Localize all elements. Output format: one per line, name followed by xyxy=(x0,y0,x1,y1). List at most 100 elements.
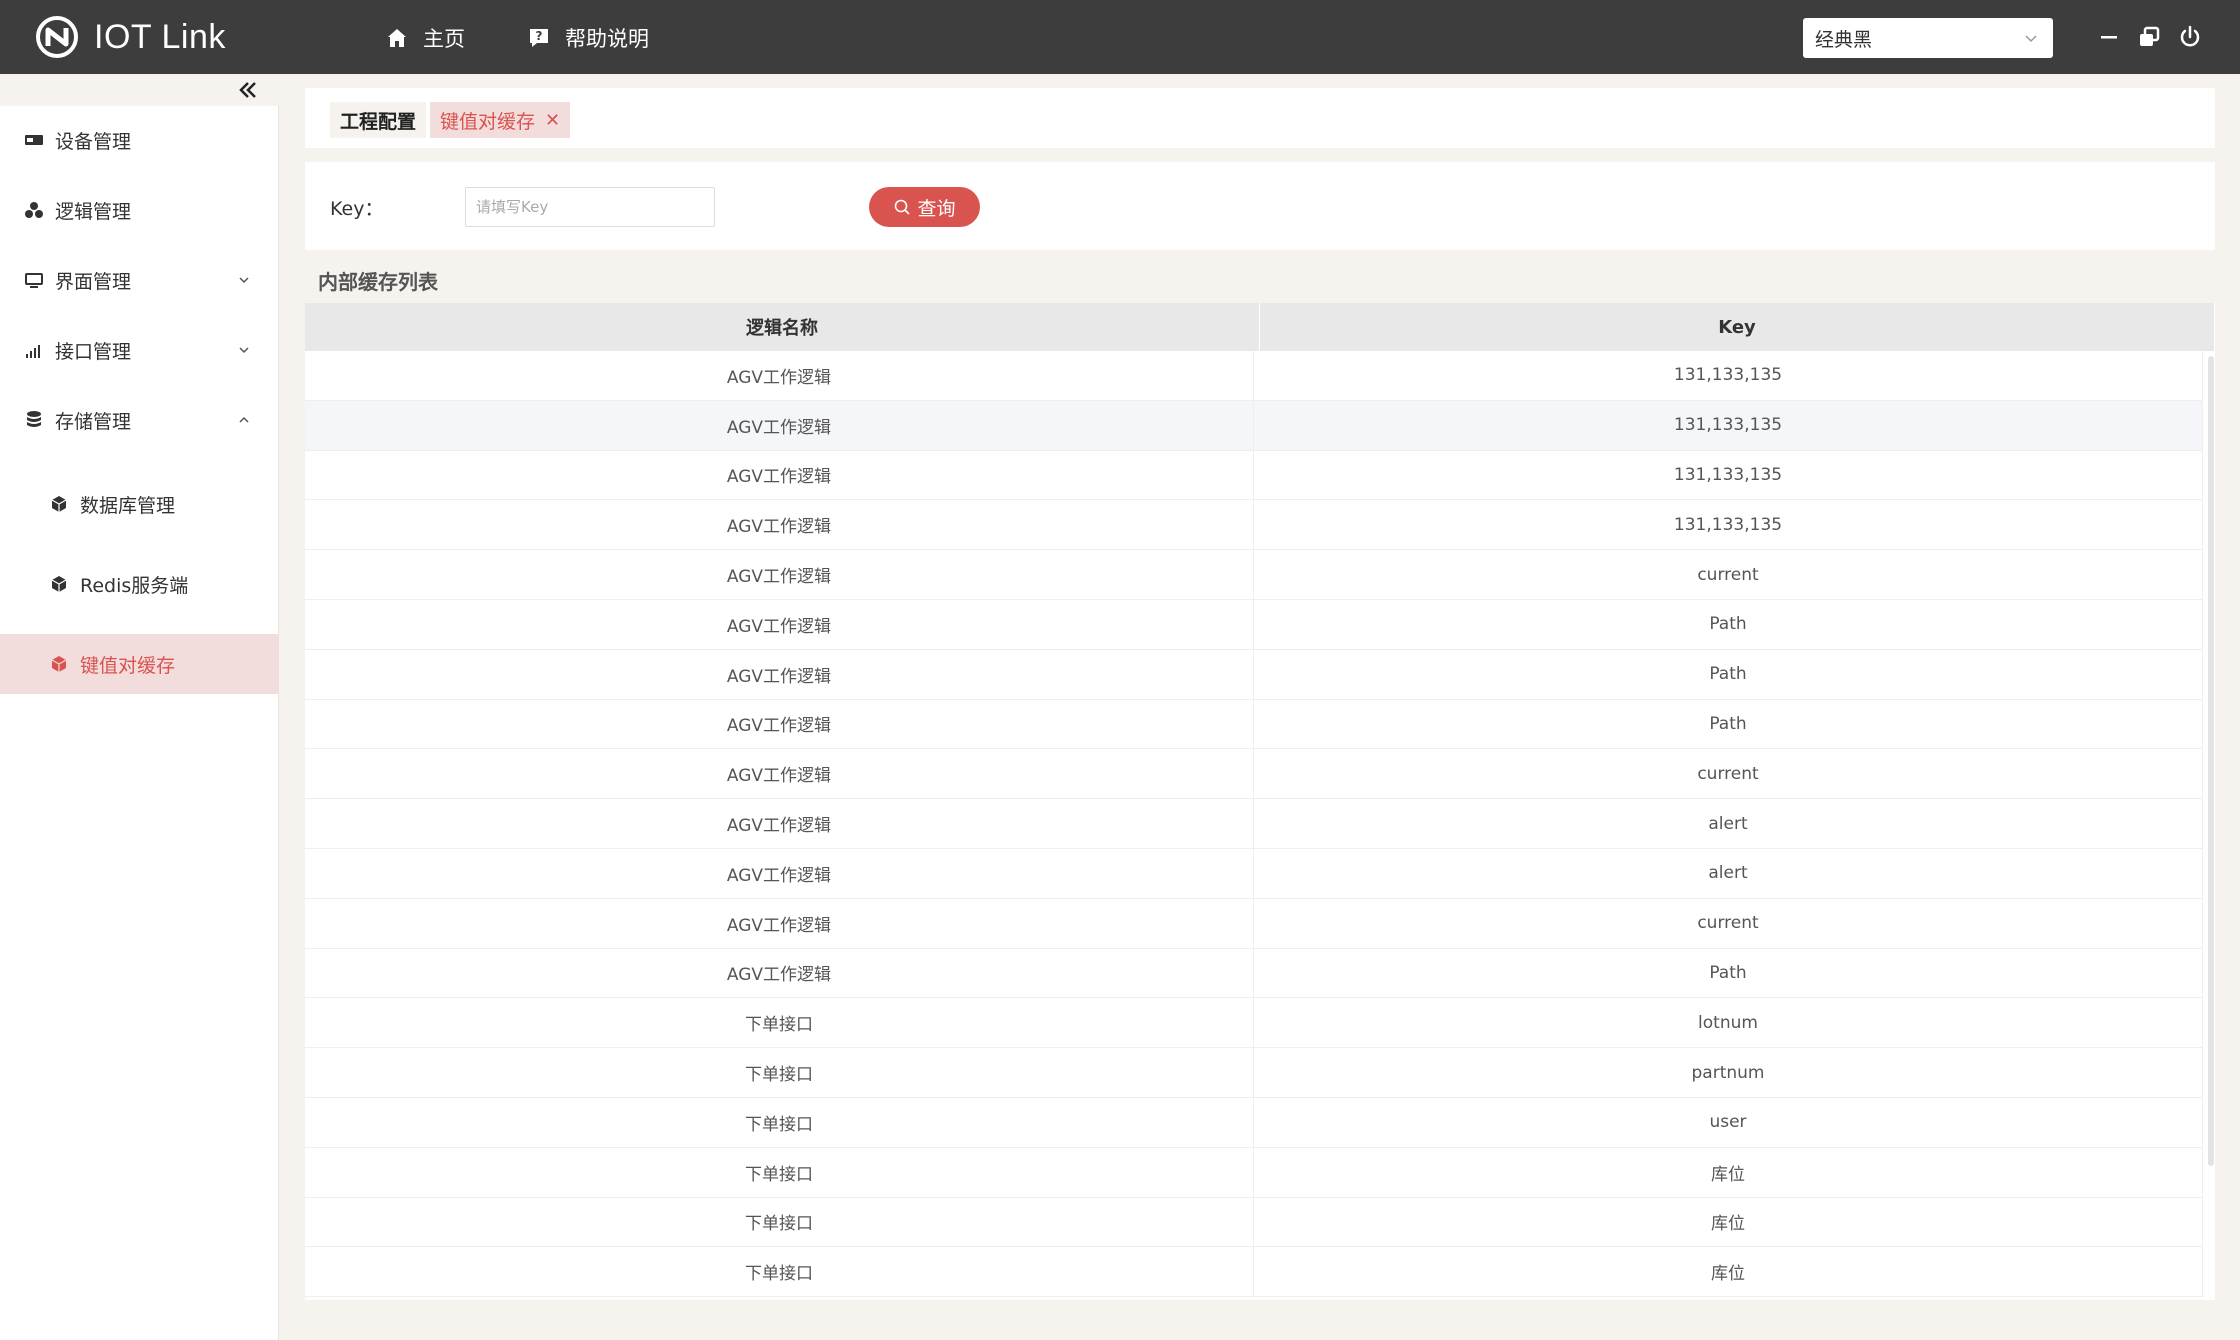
table-row[interactable]: 下单接口 库位 xyxy=(305,1247,2203,1298)
cell-key: user xyxy=(1254,1097,2203,1147)
cell-logic-name: AGV工作逻辑 xyxy=(305,599,1254,649)
table-row[interactable]: AGV工作逻辑 Path xyxy=(305,599,2203,650)
restore-icon xyxy=(2140,26,2160,46)
table-row[interactable]: 下单接口 partnum xyxy=(305,1048,2203,1098)
close-icon[interactable]: ✕ xyxy=(545,110,560,131)
app-title: IOT Link xyxy=(94,17,226,56)
logo-icon xyxy=(36,16,78,58)
table-row[interactable]: 下单接口 库位 xyxy=(305,1147,2203,1198)
cell-logic-name: AGV工作逻辑 xyxy=(305,500,1254,550)
theme-select[interactable]: 经典黑 xyxy=(1803,18,2053,58)
search-input[interactable] xyxy=(465,187,715,227)
monitor-icon xyxy=(25,273,43,288)
sidebar-item-label: 逻辑管理 xyxy=(55,200,132,223)
collapse-strip xyxy=(0,74,279,106)
cell-key: 131,133,135 xyxy=(1254,351,2203,400)
power-button[interactable] xyxy=(2175,22,2205,52)
table-row[interactable]: 下单接口 user xyxy=(305,1097,2203,1148)
table-row[interactable]: AGV工作逻辑 Path xyxy=(305,649,2203,700)
cell-key: 131,133,135 xyxy=(1254,450,2203,500)
chevron-down-icon xyxy=(239,277,249,284)
search-label: Key： xyxy=(330,198,384,220)
cell-key: lotnum xyxy=(1254,998,2203,1048)
table-row[interactable]: AGV工作逻辑 current xyxy=(305,550,2203,600)
sidebar-item-label: Redis服务端 xyxy=(80,574,189,597)
tab-label: 键值对缓存 xyxy=(440,110,536,133)
cell-key: 库位 xyxy=(1254,1197,2203,1247)
svg-text:?: ? xyxy=(536,29,543,43)
cache-table: 逻辑名称 Key AGV工作逻辑 131,133,135 AGV工作逻辑 131,13… xyxy=(305,303,2215,1300)
app-logo[interactable]: IOT Link xyxy=(36,16,226,58)
sidebar-item-redis[interactable]: Redis服务端 xyxy=(0,554,279,614)
table-row[interactable]: AGV工作逻辑 alert xyxy=(305,848,2203,899)
cube-icon xyxy=(51,496,67,512)
cell-logic-name: AGV工作逻辑 xyxy=(305,351,1254,400)
table-header: 逻辑名称 Key xyxy=(305,303,2215,351)
sidebar-item-database[interactable]: 数据库管理 xyxy=(0,474,279,534)
cell-key: current xyxy=(1254,749,2203,799)
cell-logic-name: AGV工作逻辑 xyxy=(305,848,1254,898)
table-row[interactable]: AGV工作逻辑 current xyxy=(305,749,2203,800)
nav-home[interactable]: 主页 xyxy=(385,22,465,54)
device-icon xyxy=(25,135,43,145)
minimize-icon xyxy=(2101,36,2117,39)
sidebar-item-device[interactable]: 设备管理 xyxy=(0,110,279,170)
tabs-bar: 工程配置 键值对缓存 ✕ xyxy=(305,88,2215,148)
chevron-down-icon xyxy=(239,347,249,354)
table-row[interactable]: AGV工作逻辑 131,133,135 xyxy=(305,351,2203,401)
column-header-logic-name[interactable]: 逻辑名称 xyxy=(305,303,1260,351)
collapse-sidebar-icon[interactable] xyxy=(236,78,260,102)
table-scrollbar[interactable] xyxy=(2208,356,2214,1166)
tab-project-config[interactable]: 工程配置 xyxy=(330,102,427,138)
table-row[interactable]: AGV工作逻辑 131,133,135 xyxy=(305,500,2203,551)
table-row[interactable]: AGV工作逻辑 Path xyxy=(305,699,2203,750)
nav-help-label: 帮助说明 xyxy=(565,27,649,51)
minimize-button[interactable] xyxy=(2094,22,2124,52)
restore-button[interactable] xyxy=(2134,22,2164,52)
cell-logic-name: AGV工作逻辑 xyxy=(305,699,1254,749)
cell-logic-name: 下单接口 xyxy=(305,1247,1254,1297)
cell-key: 库位 xyxy=(1254,1147,2203,1197)
sidebar-item-kv-cache[interactable]: 键值对缓存 xyxy=(0,634,279,694)
chevron-up-icon xyxy=(239,416,249,423)
cell-logic-name: 下单接口 xyxy=(305,1147,1254,1197)
cube-icon xyxy=(51,656,67,672)
sidebar-item-label: 接口管理 xyxy=(55,340,132,363)
column-header-key[interactable]: Key xyxy=(1260,303,2215,351)
table-row[interactable]: AGV工作逻辑 Path xyxy=(305,948,2203,999)
table-row[interactable]: 下单接口 lotnum xyxy=(305,998,2203,1049)
nav-help[interactable]: ? 帮助说明 xyxy=(527,22,649,54)
table-row[interactable]: AGV工作逻辑 current xyxy=(305,898,2203,949)
table-row[interactable]: 下单接口 库位 xyxy=(305,1197,2203,1248)
search-panel: Key： 查询 xyxy=(305,162,2215,250)
cell-logic-name: AGV工作逻辑 xyxy=(305,450,1254,500)
cell-logic-name: 下单接口 xyxy=(305,998,1254,1048)
table-row[interactable]: AGV工作逻辑 alert xyxy=(305,799,2203,849)
sidebar-item-label: 存储管理 xyxy=(55,410,132,433)
top-header: IOT Link 主页 ? 帮助说明 经典黑 xyxy=(0,0,2240,74)
sidebar-item-interface[interactable]: 接口管理 xyxy=(0,320,279,380)
tab-label: 工程配置 xyxy=(340,110,417,133)
cell-logic-name: 下单接口 xyxy=(305,1197,1254,1247)
cell-key: alert xyxy=(1254,799,2203,848)
tab-kv-cache[interactable]: 键值对缓存 ✕ xyxy=(430,102,571,138)
cell-logic-name: AGV工作逻辑 xyxy=(305,799,1254,848)
cell-logic-name: AGV工作逻辑 xyxy=(305,649,1254,699)
search-icon xyxy=(895,199,911,215)
cell-key: alert xyxy=(1254,848,2203,898)
table-row[interactable]: AGV工作逻辑 131,133,135 xyxy=(305,450,2203,501)
cell-logic-name: 下单接口 xyxy=(305,1048,1254,1097)
table-row[interactable]: AGV工作逻辑 131,133,135 xyxy=(305,400,2203,451)
cell-key: Path xyxy=(1254,649,2203,699)
sidebar-item-storage[interactable]: 存储管理 xyxy=(0,390,279,450)
signal-icon xyxy=(26,345,40,358)
sidebar-item-logic[interactable]: 逻辑管理 xyxy=(0,180,279,240)
sidebar-item-ui[interactable]: 界面管理 xyxy=(0,250,279,310)
home-icon xyxy=(388,29,406,47)
sidebar-item-label: 键值对缓存 xyxy=(80,654,176,677)
search-button[interactable]: 查询 xyxy=(869,187,980,227)
cell-key: 库位 xyxy=(1254,1247,2203,1297)
cell-key: Path xyxy=(1254,599,2203,649)
database-icon xyxy=(27,411,41,427)
cell-logic-name: 下单接口 xyxy=(305,1097,1254,1147)
